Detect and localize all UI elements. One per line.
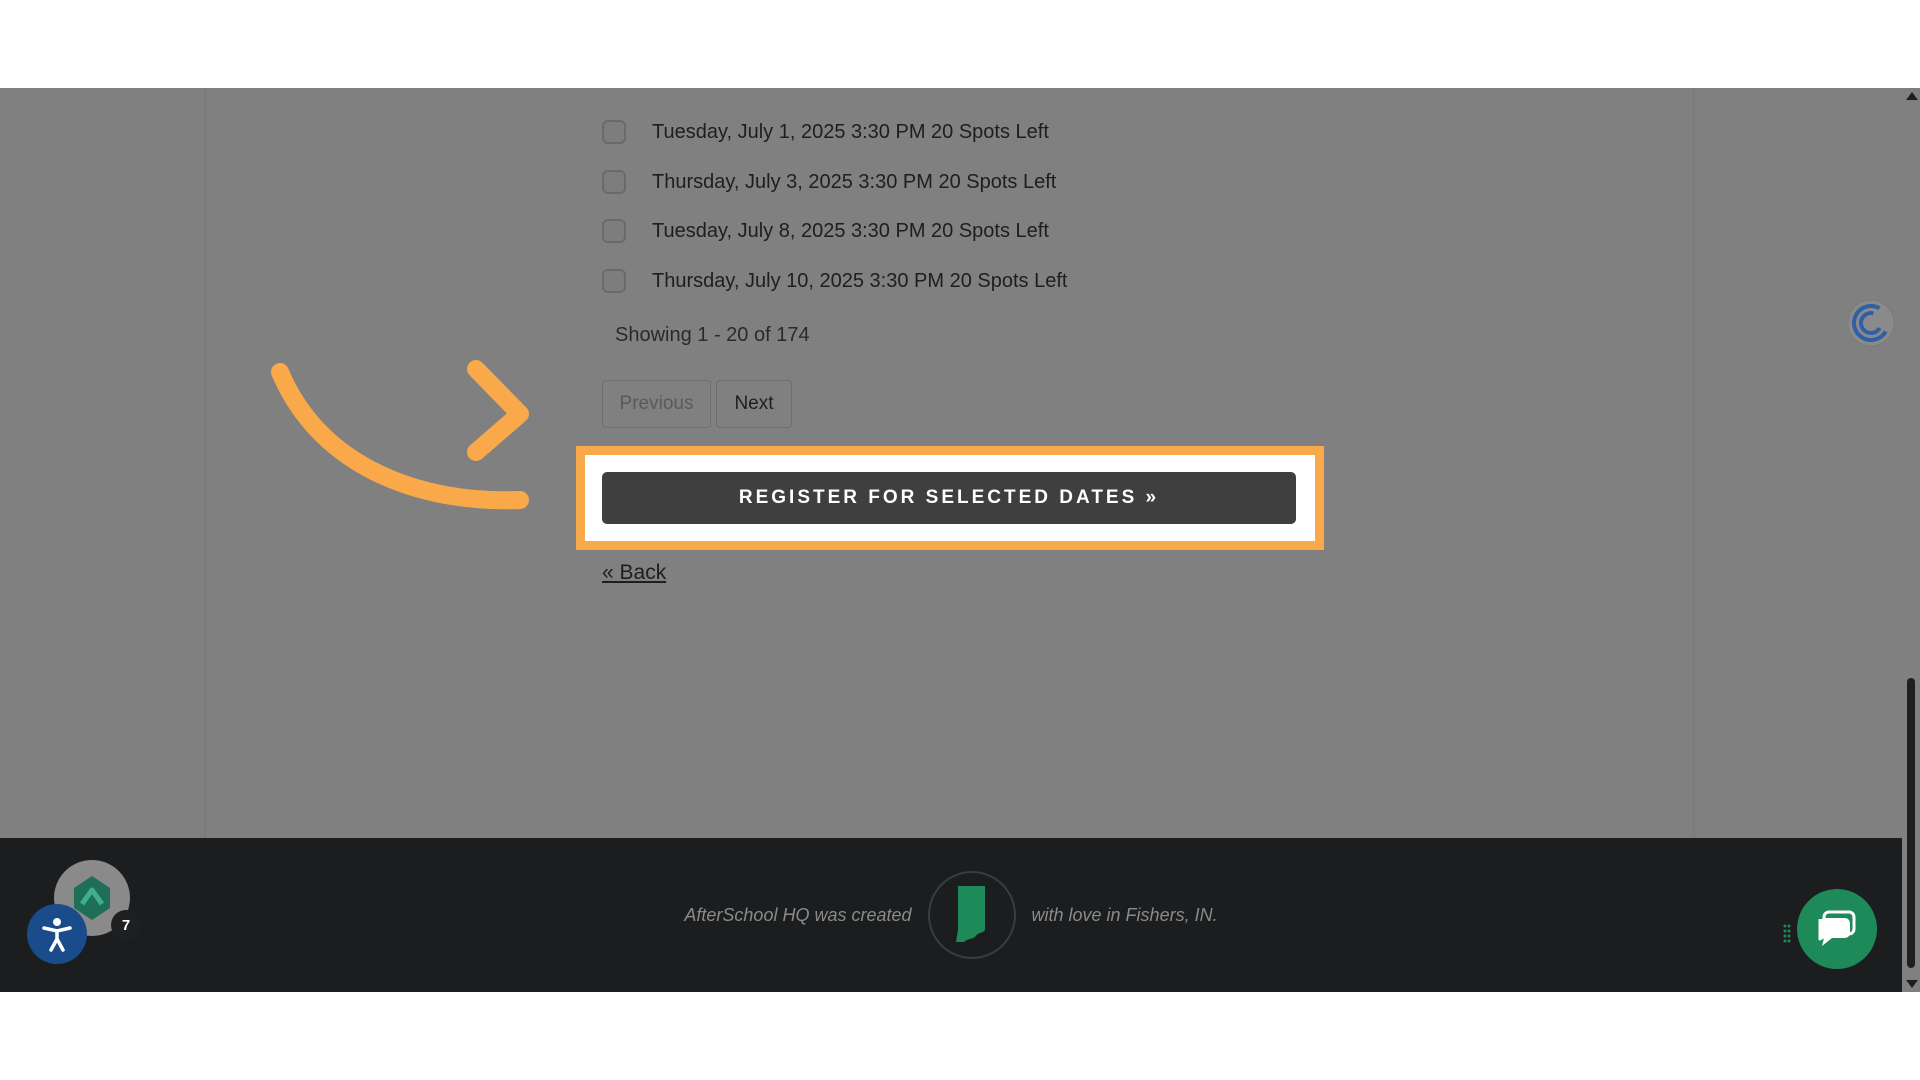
back-link[interactable]: « Back — [602, 561, 666, 585]
curved-arrow-icon — [271, 360, 529, 510]
date-row[interactable]: Thursday, July 10, 2025 3:30 PM 20 Spots… — [602, 266, 1067, 296]
scroll-down-icon[interactable] — [1906, 980, 1918, 988]
footer-tagline: AfterSchool HQ was created with love in … — [0, 838, 1902, 992]
date-row[interactable]: Tuesday, July 1, 2025 3:30 PM 20 Spots L… — [602, 117, 1049, 147]
date-checkbox[interactable] — [602, 120, 626, 144]
footer-text-left: AfterSchool HQ was created — [684, 904, 912, 925]
drag-handle-icon[interactable] — [1783, 924, 1791, 944]
register-selected-dates-button[interactable]: REGISTER FOR SELECTED DATES » — [602, 472, 1296, 524]
previous-button[interactable]: Previous — [602, 380, 711, 428]
date-label: Thursday, July 10, 2025 3:30 PM 20 Spots… — [652, 269, 1068, 292]
date-checkbox[interactable] — [602, 170, 626, 194]
indiana-state-icon — [927, 871, 1016, 959]
scrollbar[interactable] — [1902, 88, 1920, 992]
notification-count-badge: 7 — [111, 910, 141, 940]
date-checkbox[interactable] — [602, 219, 626, 243]
accessibility-icon — [42, 918, 72, 952]
footer-text-right: with love in Fishers, IN. — [1031, 904, 1218, 925]
footer: AfterSchool HQ was created with love in … — [0, 838, 1902, 992]
date-label: Tuesday, July 8, 2025 3:30 PM 20 Spots L… — [652, 219, 1049, 242]
chat-bubble-icon — [1818, 910, 1856, 946]
date-label: Tuesday, July 1, 2025 3:30 PM 20 Spots L… — [652, 120, 1049, 143]
scroll-up-icon[interactable] — [1906, 92, 1918, 100]
next-button[interactable]: Next — [716, 380, 792, 428]
chat-button[interactable] — [1797, 889, 1877, 969]
scroll-thumb[interactable] — [1907, 678, 1915, 968]
date-checkbox[interactable] — [602, 269, 626, 293]
date-row[interactable]: Tuesday, July 8, 2025 3:30 PM 20 Spots L… — [602, 216, 1049, 246]
date-row[interactable]: Thursday, July 3, 2025 3:30 PM 20 Spots … — [602, 167, 1056, 197]
accessibility-button[interactable] — [27, 904, 87, 964]
date-label: Thursday, July 3, 2025 3:30 PM 20 Spots … — [652, 170, 1057, 193]
side-widget[interactable] — [1846, 298, 1896, 353]
pagination-summary: Showing 1 - 20 of 174 — [615, 324, 810, 346]
circular-c-icon[interactable] — [1846, 298, 1896, 348]
